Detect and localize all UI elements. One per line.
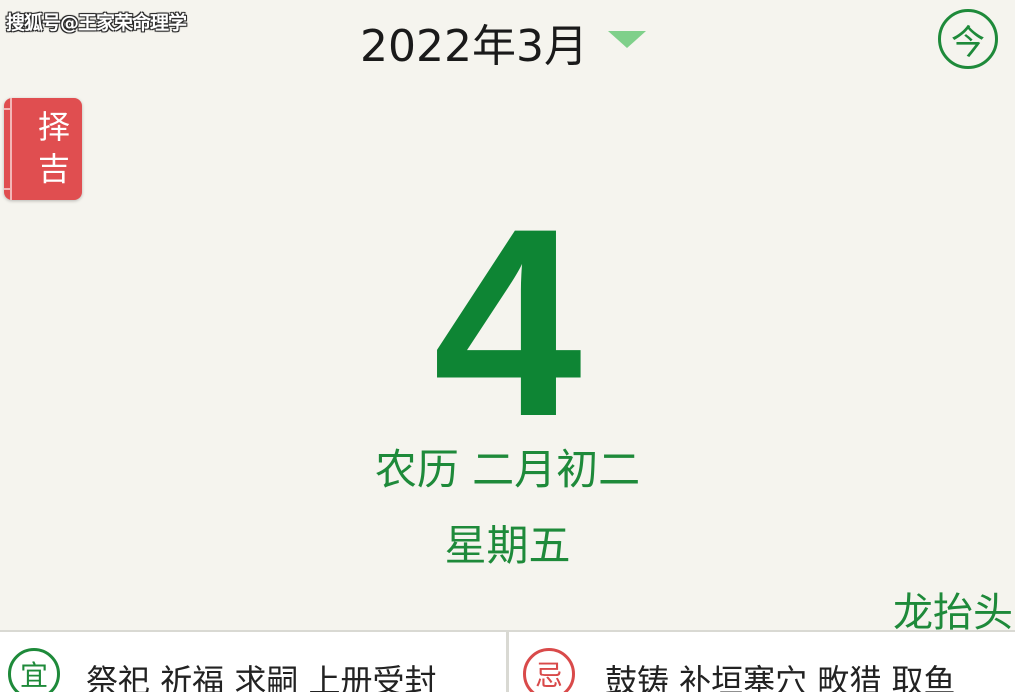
today-button[interactable]: 今 (938, 9, 998, 69)
yi-panel[interactable]: 宜 祭祀 祈福 求嗣 上册受封 (0, 632, 508, 692)
caret-down-icon[interactable] (607, 30, 646, 48)
month-selector[interactable]: 2022年3月 (360, 14, 646, 72)
watermark-text: 搜狐号@王家荣命理学 (6, 12, 187, 34)
almanac-panels: 宜 祭祀 祈福 求嗣 上册受封 忌 鼓铸 补垣塞穴 畋猎 取鱼 (0, 630, 1015, 692)
book-spine-line (10, 98, 12, 200)
ji-badge: 忌 (523, 648, 575, 692)
zeji-label-line2: 吉 (37, 150, 70, 188)
ji-panel[interactable]: 忌 鼓铸 补垣塞穴 畋猎 取鱼 (508, 632, 1015, 692)
ji-activities: 鼓铸 补垣塞穴 畋猎 取鱼 (605, 662, 956, 692)
yi-badge: 宜 (8, 648, 60, 692)
zeji-label: 择 吉 (32, 106, 76, 190)
yi-activities: 祭祀 祈福 求嗣 上册受封 (86, 662, 437, 692)
zeji-button[interactable]: 择 吉 (4, 98, 82, 200)
day-number: 4 (432, 172, 583, 472)
today-button-label: 今 (951, 22, 985, 63)
zeji-label-line1: 择 (37, 108, 70, 146)
lunar-date: 农历 二月初二 (374, 445, 641, 494)
weekday-label: 星期五 (444, 521, 571, 570)
month-label: 2022年3月 (360, 21, 588, 72)
